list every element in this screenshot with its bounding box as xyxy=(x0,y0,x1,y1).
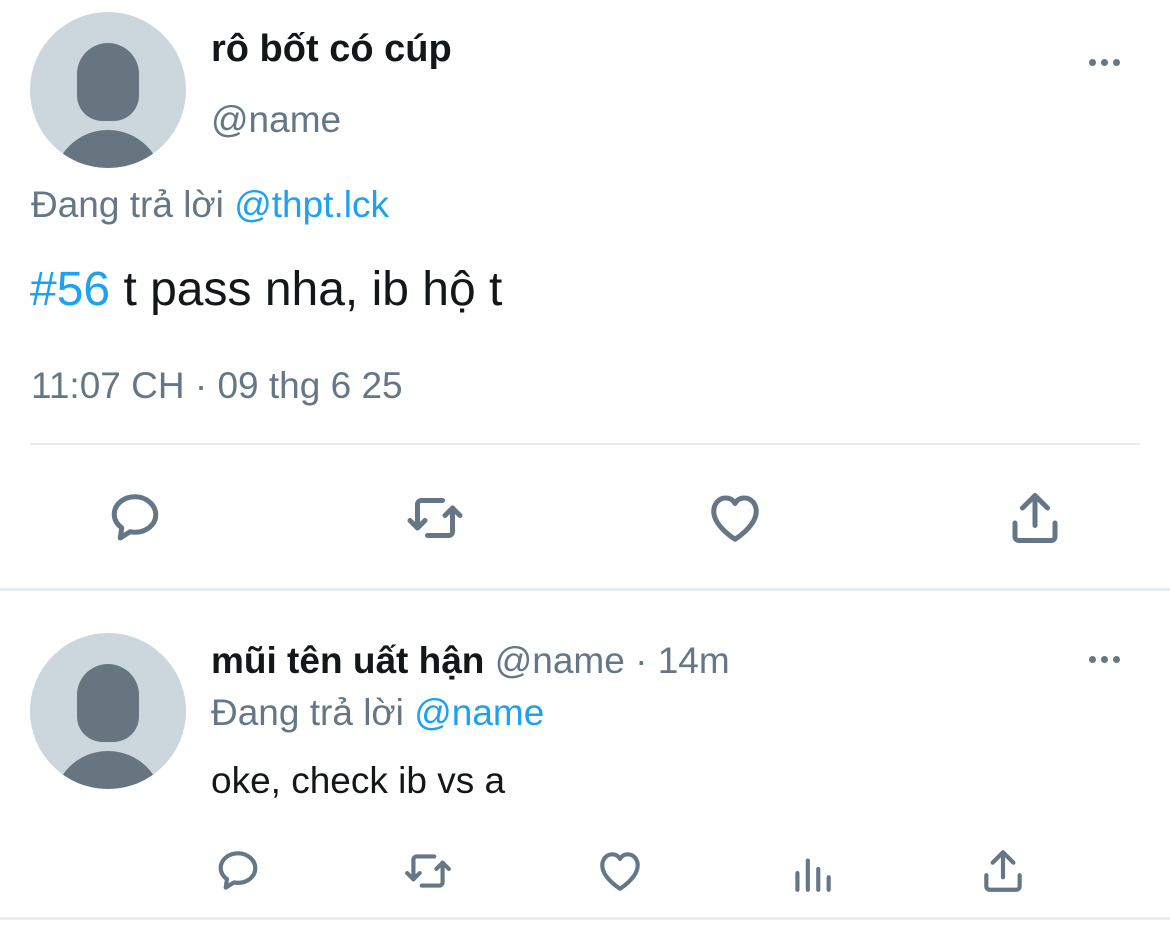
author-handle[interactable]: @name xyxy=(495,640,625,681)
replying-to-link[interactable]: @name xyxy=(414,692,544,733)
tweet-date: 09 thg 6 25 xyxy=(217,365,403,406)
more-dot xyxy=(1089,656,1096,663)
tweet-text: #56 t pass nha, ib hộ t xyxy=(30,262,502,317)
more-dot xyxy=(1089,59,1096,66)
relative-time[interactable]: 14m xyxy=(658,640,730,681)
tweet-time: 11:07 CH xyxy=(31,365,185,406)
avatar[interactable] xyxy=(30,12,186,168)
avatar-body-shape xyxy=(53,130,163,168)
section-divider xyxy=(0,588,1170,591)
retweet-icon[interactable] xyxy=(398,845,458,897)
share-icon[interactable] xyxy=(973,845,1033,897)
author-name[interactable]: mũi tên uất hận xyxy=(211,640,484,681)
like-icon[interactable] xyxy=(700,486,770,550)
more-dot xyxy=(1113,656,1120,663)
replying-prefix: Đang trả lời xyxy=(31,184,224,225)
meta-separator: · xyxy=(635,640,648,681)
analytics-icon[interactable] xyxy=(782,845,842,897)
avatar[interactable] xyxy=(30,633,186,789)
author-name[interactable]: rô bốt có cúp xyxy=(211,28,452,71)
tweet-body-text: t pass nha, ib hộ t xyxy=(123,263,503,316)
hashtag-link[interactable]: #56 xyxy=(30,263,110,316)
more-dot xyxy=(1113,59,1120,66)
reply-icon[interactable] xyxy=(208,845,268,897)
more-icon[interactable] xyxy=(1089,59,1120,66)
more-dot xyxy=(1101,59,1108,66)
reply-icon[interactable] xyxy=(100,486,170,550)
share-icon[interactable] xyxy=(1000,486,1070,550)
like-icon[interactable] xyxy=(590,845,650,897)
avatar-head-shape xyxy=(77,43,139,121)
divider xyxy=(30,443,1140,445)
more-dot xyxy=(1101,656,1108,663)
author-handle[interactable]: @name xyxy=(211,99,341,141)
replying-to-link[interactable]: @thpt.lck xyxy=(234,184,389,225)
avatar-body-shape xyxy=(53,751,163,789)
replying-to-line: Đang trả lời @name xyxy=(211,692,544,734)
reply-header: mũi tên uất hận @name · 14m xyxy=(211,640,730,682)
more-icon[interactable] xyxy=(1089,656,1120,663)
replying-to-line: Đang trả lời @thpt.lck xyxy=(31,184,389,226)
retweet-icon[interactable] xyxy=(400,486,470,550)
tweet-body-text: oke, check ib vs a xyxy=(211,760,506,801)
meta-separator: · xyxy=(194,365,208,406)
avatar-head-shape xyxy=(77,664,139,742)
section-divider xyxy=(0,917,1170,920)
tweet-timestamp[interactable]: 11:07 CH · 09 thg 6 25 xyxy=(31,365,403,407)
replying-prefix: Đang trả lời xyxy=(211,692,404,733)
